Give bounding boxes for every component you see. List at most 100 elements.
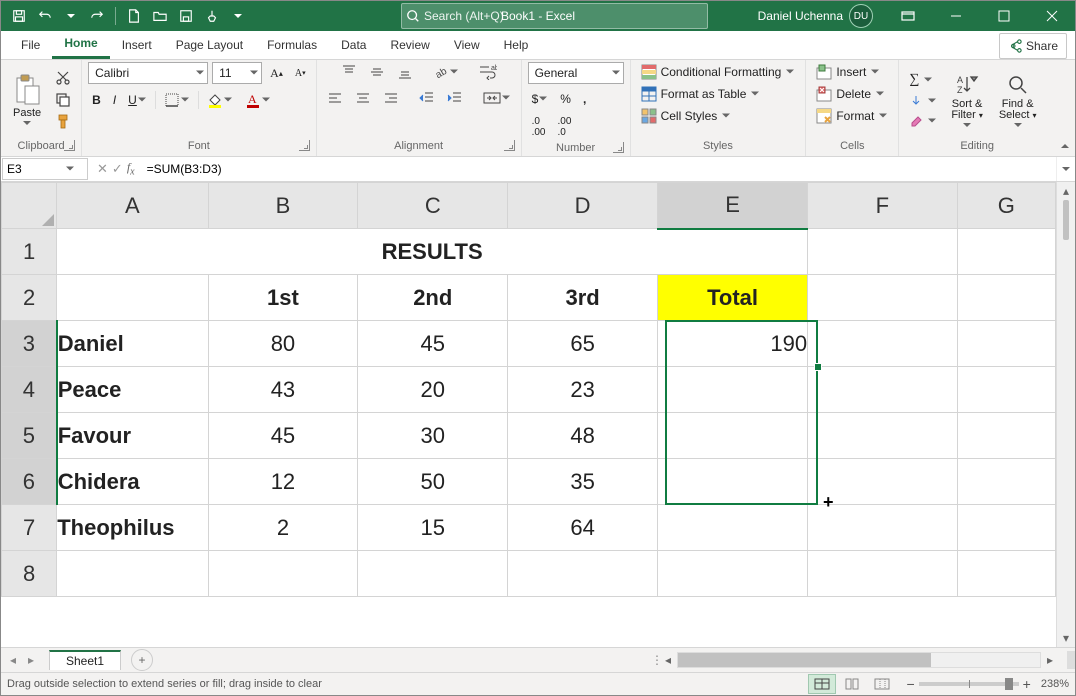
decrease-indent-button[interactable] [415, 88, 439, 108]
cell-F5[interactable] [808, 413, 957, 459]
format-painter-button[interactable] [51, 112, 75, 132]
account-button[interactable]: Daniel Uchenna DU [748, 4, 883, 28]
decrease-decimal-button[interactable]: .00.0 [553, 114, 575, 140]
underline-button[interactable]: U [124, 91, 151, 109]
cell-G5[interactable] [957, 413, 1055, 459]
vertical-scrollbar[interactable]: ▴ ▾ [1056, 182, 1075, 647]
scroll-up-button[interactable]: ▴ [1057, 182, 1075, 200]
align-middle-button[interactable] [365, 62, 389, 82]
insert-cells-button[interactable]: Insert [812, 62, 884, 82]
tab-review[interactable]: Review [378, 31, 441, 59]
touch-mode-icon[interactable] [200, 4, 224, 28]
delete-cells-button[interactable]: Delete [812, 84, 889, 104]
collapse-ribbon-button[interactable] [1055, 60, 1075, 156]
row-header-5[interactable]: 5 [2, 413, 57, 459]
zoom-out-button[interactable]: − [906, 676, 914, 692]
horizontal-split-handle[interactable] [1067, 651, 1075, 669]
column-header-C[interactable]: C [358, 183, 508, 229]
cell-D5[interactable]: 48 [508, 413, 658, 459]
cell-E2[interactable]: Total [658, 275, 808, 321]
tab-help[interactable]: Help [492, 31, 541, 59]
cell-C7[interactable]: 15 [358, 505, 508, 551]
cell-A7[interactable]: Theophilus [57, 505, 208, 551]
column-header-F[interactable]: F [808, 183, 957, 229]
redo-icon[interactable] [85, 4, 109, 28]
align-left-button[interactable] [323, 88, 347, 108]
cell-F1[interactable] [808, 229, 957, 275]
minimize-button[interactable] [933, 1, 979, 31]
cell-C3[interactable]: 45 [358, 321, 508, 367]
zoom-slider[interactable] [919, 682, 1019, 686]
formula-input[interactable] [143, 162, 1056, 176]
tab-view[interactable]: View [442, 31, 492, 59]
tab-insert[interactable]: Insert [110, 31, 164, 59]
find-select-button[interactable]: Find &Select ▾ [993, 71, 1043, 130]
font-launcher[interactable] [299, 140, 310, 151]
cell-F6[interactable] [808, 459, 957, 505]
expand-formula-bar[interactable] [1056, 157, 1075, 181]
cell-D2[interactable]: 3rd [508, 275, 658, 321]
cell-E6[interactable] [658, 459, 808, 505]
cell-G2[interactable] [957, 275, 1055, 321]
tab-data[interactable]: Data [329, 31, 378, 59]
merge-center-button[interactable] [479, 88, 515, 108]
cell-C6[interactable]: 50 [358, 459, 508, 505]
align-right-button[interactable] [379, 88, 403, 108]
grid[interactable]: ABCDEFG1RESULTS2 1st 2nd 3rd Total 3Dani… [1, 182, 1056, 647]
percent-format-button[interactable]: % [556, 90, 575, 108]
row-header-1[interactable]: 1 [2, 229, 57, 275]
name-box-dropdown[interactable] [65, 164, 75, 174]
cell-G7[interactable] [957, 505, 1055, 551]
accounting-format-button[interactable]: $ [528, 90, 553, 108]
italic-button[interactable]: I [109, 91, 120, 109]
scroll-down-button[interactable]: ▾ [1057, 629, 1075, 647]
cell-F4[interactable] [808, 367, 957, 413]
cell-A3[interactable]: Daniel [57, 321, 208, 367]
orientation-button[interactable]: ab [429, 62, 463, 82]
alignment-launcher[interactable] [504, 140, 515, 151]
cell-E5[interactable] [658, 413, 808, 459]
cell-B7[interactable]: 2 [208, 505, 358, 551]
cell-G4[interactable] [957, 367, 1055, 413]
save-icon[interactable] [7, 4, 31, 28]
cell-E7[interactable] [658, 505, 808, 551]
undo-icon[interactable] [33, 4, 57, 28]
autosum-button[interactable]: ∑ [905, 70, 937, 90]
cell-A6[interactable]: Chidera [57, 459, 208, 505]
page-layout-view-button[interactable] [838, 674, 866, 694]
name-box[interactable] [2, 158, 88, 180]
cell-D6[interactable]: 35 [508, 459, 658, 505]
increase-decimal-button[interactable]: .0.00 [528, 114, 550, 140]
cell-B6[interactable]: 12 [208, 459, 358, 505]
zoom-in-button[interactable]: + [1023, 676, 1031, 692]
undo-dropdown[interactable] [59, 4, 83, 28]
enter-formula-button[interactable]: ✓ [112, 161, 123, 177]
cell-A4[interactable]: Peace [57, 367, 208, 413]
clipboard-launcher[interactable] [64, 140, 75, 151]
ribbon-display-options[interactable] [885, 1, 931, 31]
format-cells-button[interactable]: Format [812, 106, 892, 126]
cell-C2[interactable]: 2nd [358, 275, 508, 321]
cell-C5[interactable]: 30 [358, 413, 508, 459]
scroll-thumb[interactable] [1063, 200, 1069, 240]
close-button[interactable] [1029, 1, 1075, 31]
new-sheet-button[interactable]: + [131, 649, 153, 671]
cell-F3[interactable] [808, 321, 957, 367]
align-top-button[interactable] [337, 62, 361, 82]
increase-font-button[interactable]: A▴ [266, 64, 287, 83]
increase-indent-button[interactable] [443, 88, 467, 108]
column-header-E[interactable]: E [658, 183, 808, 229]
copy-button[interactable] [51, 90, 75, 110]
cell-G3[interactable] [957, 321, 1055, 367]
tab-home[interactable]: Home [52, 31, 109, 59]
tell-me-search[interactable]: Search (Alt+Q) [401, 3, 708, 29]
conditional-formatting-button[interactable]: Conditional Formatting [637, 62, 800, 82]
tab-scroll-right[interactable]: ▸ [23, 653, 39, 667]
cell-F7[interactable] [808, 505, 957, 551]
cell-title[interactable]: RESULTS [57, 229, 808, 275]
number-launcher[interactable] [613, 142, 624, 153]
sheet-tab-sheet1[interactable]: Sheet1 [49, 650, 121, 670]
cell-styles-button[interactable]: Cell Styles [637, 106, 736, 126]
column-header-B[interactable]: B [208, 183, 358, 229]
sort-filter-button[interactable]: AZ Sort &Filter ▾ [945, 71, 989, 130]
